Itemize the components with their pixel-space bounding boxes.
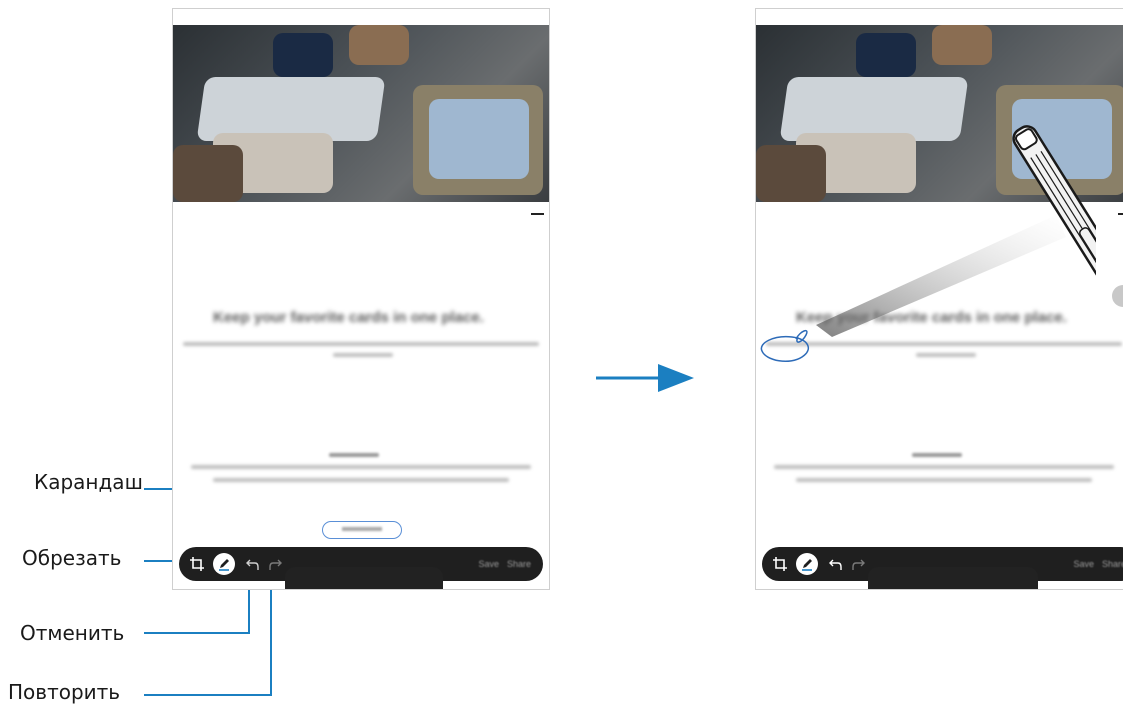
leader-undo-h xyxy=(144,632,250,634)
minus-icon[interactable] xyxy=(531,213,544,215)
save-button[interactable]: Save xyxy=(1073,559,1094,569)
callout-undo-label: Отменить xyxy=(20,621,125,645)
hero-photo xyxy=(173,25,549,202)
leader-redo-h xyxy=(144,694,272,696)
device-bottom-shadow xyxy=(868,567,1038,589)
callout-pen-label: Карандаш xyxy=(34,470,143,494)
body-text-line xyxy=(796,478,1092,482)
share-button[interactable]: Share xyxy=(1102,559,1123,569)
save-button[interactable]: Save xyxy=(478,559,499,569)
pen-icon xyxy=(802,559,812,571)
body-text-line xyxy=(191,465,531,469)
redo-button[interactable] xyxy=(267,556,283,572)
right-screen: Keep your favorite cards in one place. S… xyxy=(755,8,1123,590)
callout-crop-label: Обрезать xyxy=(22,546,122,570)
page-heading: Keep your favorite cards in one place. xyxy=(213,309,484,326)
pen-button[interactable] xyxy=(796,553,818,575)
crop-icon xyxy=(190,557,204,571)
share-button[interactable]: Share xyxy=(507,559,531,569)
device-bottom-shadow xyxy=(285,567,443,589)
floating-action-button[interactable] xyxy=(1112,285,1123,307)
pen-icon xyxy=(219,559,229,571)
undo-button[interactable] xyxy=(245,556,261,572)
body-text-line xyxy=(333,353,393,357)
arrow-right-icon xyxy=(596,364,694,392)
pen-button[interactable] xyxy=(213,553,235,575)
left-screen: Keep your favorite cards in one place. S… xyxy=(172,8,550,590)
minus-icon[interactable] xyxy=(1118,213,1123,215)
body-text-line xyxy=(213,478,509,482)
redo-button[interactable] xyxy=(850,556,866,572)
s-pen-icon xyxy=(816,125,1096,337)
redo-icon xyxy=(852,559,865,570)
crop-icon xyxy=(773,557,787,571)
crop-button[interactable] xyxy=(189,556,205,572)
callout-redo-label: Повторить xyxy=(8,680,121,704)
body-text-line xyxy=(774,465,1114,469)
leader-redo-v xyxy=(270,572,272,696)
find-more-button[interactable] xyxy=(322,521,402,539)
crop-button[interactable] xyxy=(772,556,788,572)
body-text-line xyxy=(183,342,539,346)
undo-icon xyxy=(829,559,842,570)
section-heading xyxy=(329,453,379,457)
undo-icon xyxy=(246,559,259,570)
redo-icon xyxy=(269,559,282,570)
section-heading xyxy=(912,453,962,457)
undo-button[interactable] xyxy=(828,556,844,572)
